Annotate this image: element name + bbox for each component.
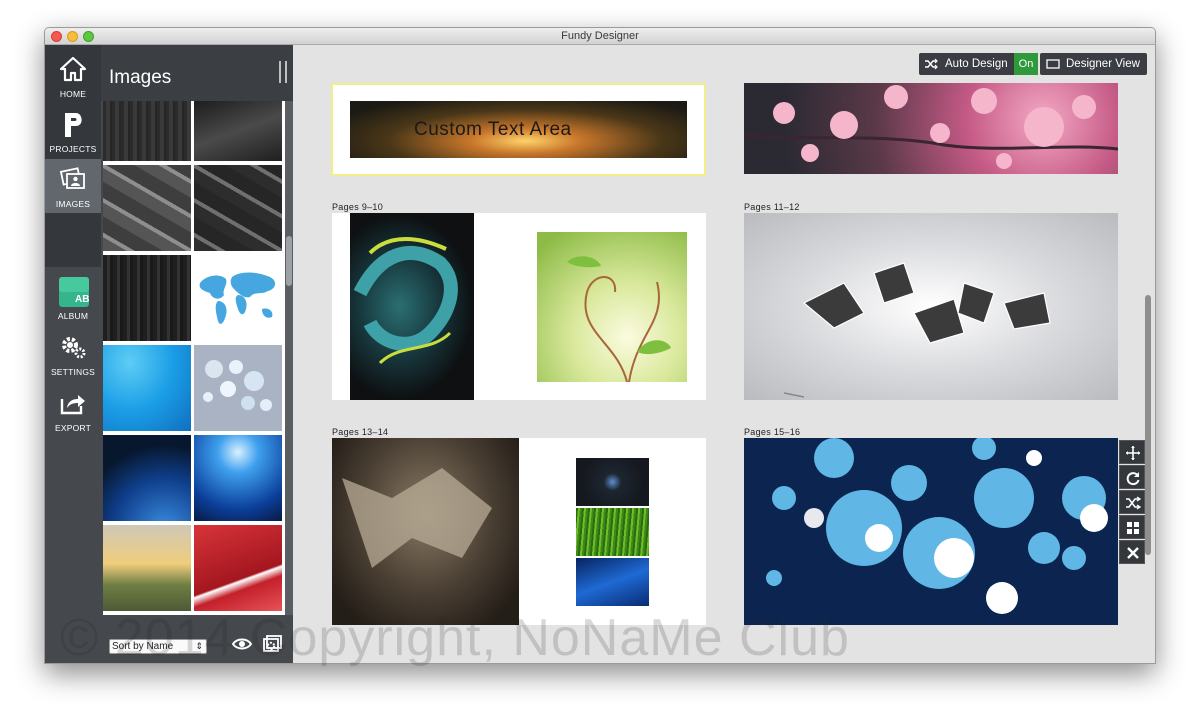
screen-icon xyxy=(1046,59,1060,69)
spread-pages-9-10[interactable] xyxy=(332,213,706,400)
album-icon: AB xyxy=(59,277,89,307)
thumbnail-dark-wood-2[interactable] xyxy=(194,101,282,161)
design-canvas: Auto Design On Designer View Custom Text… xyxy=(293,45,1155,663)
nav-label-home: HOME xyxy=(59,89,87,99)
nav-item-projects[interactable]: PROJECTS xyxy=(45,104,101,158)
thumbnail-world-map[interactable] xyxy=(194,255,282,341)
images-scrollbar[interactable] xyxy=(285,101,293,615)
rotate-icon xyxy=(1126,472,1140,486)
spread-label-15-16: Pages 15–16 xyxy=(744,427,801,437)
home-icon xyxy=(59,56,87,82)
spread-pages-13-14[interactable] xyxy=(332,438,706,625)
spread-label-9-10: Pages 9–10 xyxy=(332,202,384,212)
nav-item-export[interactable]: EXPORT xyxy=(45,383,101,437)
canvas-scrollbar[interactable] xyxy=(1145,295,1151,555)
grass-image[interactable] xyxy=(576,508,649,556)
settings-icon xyxy=(62,337,86,359)
spread-cherry-blossom[interactable] xyxy=(744,83,1118,174)
main-nav: HOME PROJECTS IMAGES AB ALBUM SETTINGS E… xyxy=(45,45,101,663)
nav-item-home[interactable]: HOME xyxy=(45,49,101,103)
blue-wave-image[interactable] xyxy=(576,558,649,606)
banner-image[interactable]: Custom Text Area xyxy=(350,101,687,158)
thumbnail-bokeh-grey[interactable] xyxy=(194,345,282,431)
stone-graffiti-image[interactable] xyxy=(332,438,519,625)
dark-hex-image[interactable] xyxy=(576,458,649,506)
nav-item-images[interactable]: IMAGES xyxy=(45,159,101,213)
shuffle-tool-button[interactable] xyxy=(1119,490,1145,514)
thumbnail-blue-earth[interactable] xyxy=(103,435,191,521)
image-thumbnail-grid xyxy=(103,101,285,615)
thumbnail-blue-waves[interactable] xyxy=(103,345,191,431)
nav-item-settings[interactable]: SETTINGS xyxy=(45,327,101,381)
nav-label-export: EXPORT xyxy=(55,423,91,433)
close-icon xyxy=(1127,547,1139,559)
designer-view-label: Designer View xyxy=(1066,58,1140,70)
rotate-tool-button[interactable] xyxy=(1119,465,1145,489)
designer-view-button[interactable]: Designer View xyxy=(1040,53,1147,75)
auto-design-label: Auto Design xyxy=(945,58,1008,70)
nav-label-images: IMAGES xyxy=(55,199,91,209)
images-panel-title: Images xyxy=(109,67,172,88)
nav-label-album: ALBUM xyxy=(57,311,89,321)
shuffle-icon xyxy=(925,58,938,70)
panel-resize-grip-icon[interactable] xyxy=(279,61,287,83)
window-title: Fundy Designer xyxy=(561,30,639,42)
nav-label-projects: PROJECTS xyxy=(49,144,97,154)
remove-tool-button[interactable] xyxy=(1119,540,1145,564)
spread-label-11-12: Pages 11–12 xyxy=(744,202,800,212)
thumbnail-diagonal-wood-1[interactable] xyxy=(103,165,191,251)
move-icon xyxy=(1126,446,1140,460)
app-window: Fundy Designer HOME PROJECTS IMAGES AB A… xyxy=(44,27,1156,664)
images-scrollbar-thumb[interactable] xyxy=(286,236,292,286)
thumbnail-sunset-field[interactable] xyxy=(103,525,191,611)
grid-icon xyxy=(1127,522,1139,534)
graffiti-3d-image[interactable] xyxy=(350,213,474,400)
export-icon xyxy=(60,395,85,415)
title-bar: Fundy Designer xyxy=(45,28,1155,45)
auto-design-toggle[interactable]: Auto Design On xyxy=(919,53,1038,75)
projects-icon xyxy=(65,113,82,137)
thumbnail-dark-wood-3[interactable] xyxy=(103,255,191,341)
floral-swirl-image[interactable] xyxy=(537,232,687,383)
spread-label-13-14: Pages 13–14 xyxy=(332,427,389,437)
images-icon xyxy=(59,167,85,189)
images-panel-header: Images xyxy=(101,45,293,101)
svg-text:AB: AB xyxy=(75,294,89,305)
thumbnail-red-waves[interactable] xyxy=(194,525,282,611)
nav-item-album[interactable]: AB ALBUM xyxy=(45,271,101,325)
move-tool-button[interactable] xyxy=(1119,440,1145,464)
images-panel: Images Sort by Name ⇕ xyxy=(101,45,293,663)
thumbnail-diagonal-wood-2[interactable] xyxy=(194,165,282,251)
nav-label-settings: SETTINGS xyxy=(50,367,96,377)
custom-text-area[interactable]: Custom Text Area xyxy=(414,119,572,141)
copyright-watermark: © 2014 Copyright, NoNaMe Club xyxy=(60,609,850,667)
shuffle-icon xyxy=(1126,496,1141,510)
thumbnail-dark-wood-1[interactable] xyxy=(103,101,191,161)
spread-pages-11-12[interactable] xyxy=(744,213,1118,400)
spread-pages-15-16[interactable] xyxy=(744,438,1118,625)
auto-design-state-badge: On xyxy=(1014,53,1038,75)
thumbnail-blue-rays[interactable] xyxy=(194,435,282,521)
spread-custom-text[interactable]: Custom Text Area xyxy=(331,83,706,176)
layout-grid-tool-button[interactable] xyxy=(1119,515,1145,539)
